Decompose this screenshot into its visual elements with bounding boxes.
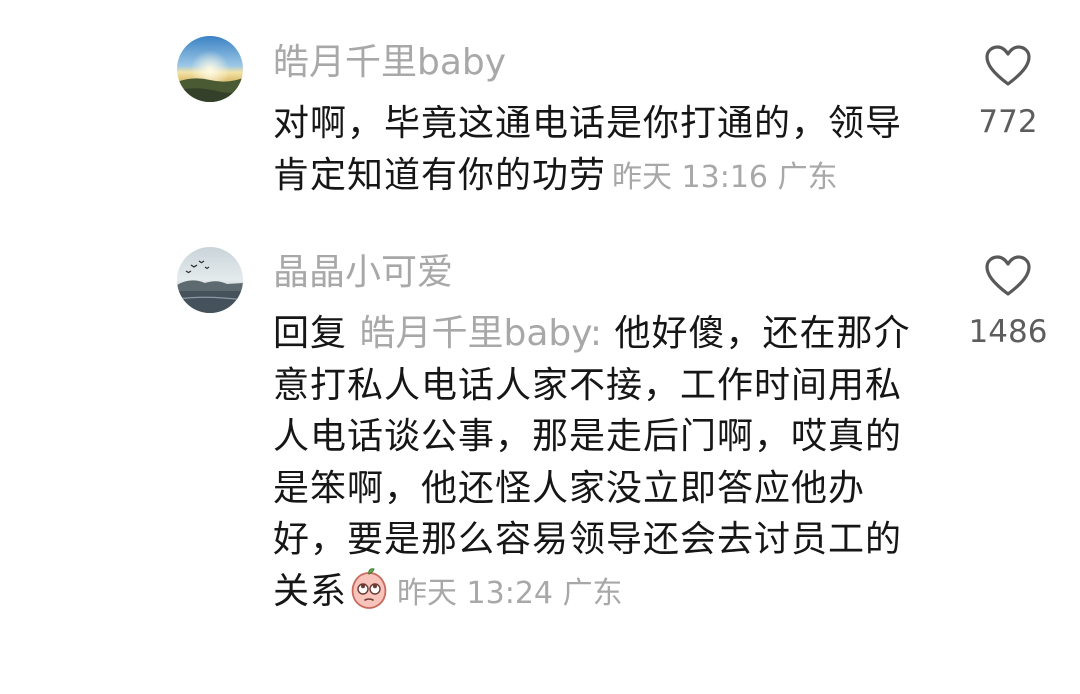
comment-body: 回复 皓月千里baby: 他好傻，还在那介意打私人电话人家不接，工作时间用私人电… <box>273 308 923 619</box>
comment-timestamp: 昨天 13:24 <box>397 575 554 611</box>
comment-timestamp: 昨天 13:16 <box>612 159 769 195</box>
peach-rolling-eyes-emoji-icon <box>351 567 387 609</box>
comment-meta: 昨天 13:24 广东 <box>397 576 623 611</box>
like-count: 772 <box>978 104 1038 140</box>
heart-outline-icon <box>985 45 1031 86</box>
lake-birds-avatar-icon <box>177 247 243 313</box>
like-button[interactable] <box>984 254 1032 298</box>
comment-location: 广东 <box>777 159 838 195</box>
comment-item[interactable]: 皓月千里baby 对啊，毕竟这通电话是你打通的，领导肯定知道有你的功劳 昨天 13… <box>0 0 1080 230</box>
reply-label: 回复 <box>273 313 348 354</box>
comment-body: 对啊，毕竟这通电话是你打通的，领导肯定知道有你的功劳 昨天 13:16 广东 <box>273 98 923 203</box>
like-button[interactable] <box>984 44 1032 88</box>
sunrise-landscape-avatar-icon <box>177 36 243 102</box>
comment-location: 广东 <box>562 575 623 611</box>
user-avatar[interactable] <box>177 247 243 313</box>
comment-username[interactable]: 晶晶小可爱 <box>273 253 453 293</box>
comment-meta: 昨天 13:16 广东 <box>612 160 838 195</box>
comment-username[interactable]: 皓月千里baby <box>273 43 506 83</box>
comment-item[interactable]: 晶晶小可爱 回复 皓月千里baby: 他好傻，还在那介意打私人电话人家不接，工作… <box>0 230 1080 694</box>
heart-outline-icon <box>985 255 1031 296</box>
reply-target-username[interactable]: 皓月千里baby: <box>359 313 602 354</box>
user-avatar[interactable] <box>177 36 243 102</box>
like-count: 1486 <box>968 314 1048 350</box>
